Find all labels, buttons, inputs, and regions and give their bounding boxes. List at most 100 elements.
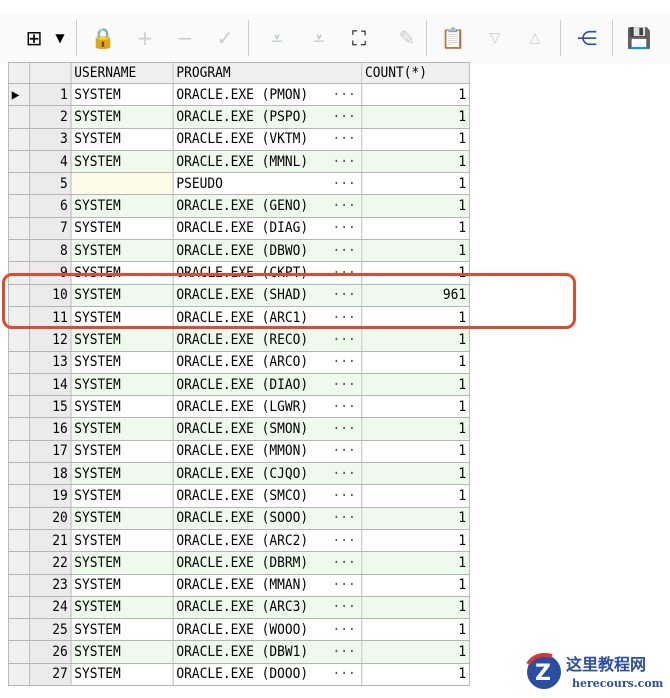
filter-clear-icon[interactable]: ⩡ bbox=[304, 24, 334, 52]
post-icon[interactable]: ✓ bbox=[210, 24, 240, 52]
cell-program[interactable]: ORACLE.EXE (ARC3) ··· bbox=[172, 595, 363, 620]
clear-icon[interactable]: ✎ bbox=[392, 24, 422, 52]
cell-username[interactable]: SYSTEM bbox=[70, 82, 174, 107]
row-indicator[interactable] bbox=[8, 506, 31, 530]
row-indicator[interactable] bbox=[8, 640, 31, 664]
ellipsis-button[interactable]: ··· bbox=[332, 377, 355, 393]
cell-username[interactable]: SYSTEM bbox=[70, 372, 174, 397]
cell-program[interactable]: ORACLE.EXE (DBW1) ··· bbox=[172, 640, 363, 664]
cell-program[interactable]: ORACLE.EXE (RECO) ··· bbox=[172, 328, 363, 352]
table-row[interactable]: 17 SYSTEM ORACLE.EXE (MMON) ··· 1 bbox=[8, 439, 470, 464]
cell-username[interactable]: SYSTEM bbox=[70, 528, 174, 553]
ellipsis-button[interactable]: ··· bbox=[332, 87, 355, 103]
table-row[interactable]: 27 SYSTEM ORACLE.EXE (DOOO) ··· 1 bbox=[8, 662, 470, 687]
ellipsis-button[interactable]: ··· bbox=[332, 599, 355, 615]
ellipsis-button[interactable]: ··· bbox=[332, 555, 355, 571]
add-record-icon[interactable]: + bbox=[130, 24, 160, 52]
row-indicator[interactable] bbox=[8, 462, 31, 486]
row-indicator[interactable] bbox=[8, 350, 31, 374]
cell-count[interactable]: 1 bbox=[361, 462, 470, 486]
row-indicator[interactable] bbox=[8, 239, 31, 263]
cell-username[interactable]: SYSTEM bbox=[70, 573, 174, 597]
ellipsis-button[interactable]: ··· bbox=[332, 154, 355, 170]
row-number[interactable]: 26 bbox=[29, 640, 72, 664]
ellipsis-button[interactable]: ··· bbox=[332, 131, 355, 147]
ellipsis-button[interactable]: ··· bbox=[332, 109, 355, 125]
cell-username[interactable]: SYSTEM bbox=[70, 194, 174, 218]
cell-count[interactable]: 1 bbox=[361, 395, 470, 419]
cell-program[interactable]: ORACLE.EXE (DOOO) ··· bbox=[172, 662, 363, 687]
table-row[interactable]: 5 PSEUDO ··· 1 bbox=[8, 172, 470, 196]
table-row[interactable]: 16 SYSTEM ORACLE.EXE (SMON) ··· 1 bbox=[8, 417, 470, 441]
save-icon[interactable]: 💾 bbox=[624, 24, 654, 52]
table-row[interactable]: 19 SYSTEM ORACLE.EXE (SMCO) ··· 1 bbox=[8, 484, 470, 508]
table-row[interactable]: 22 SYSTEM ORACLE.EXE (DBRM) ··· 1 bbox=[8, 551, 470, 575]
ellipsis-button[interactable]: ··· bbox=[332, 198, 355, 214]
cell-program[interactable]: ORACLE.EXE (DIAO) ··· bbox=[172, 372, 363, 397]
filter-down-icon[interactable]: ⩡ bbox=[262, 24, 292, 52]
row-number[interactable]: 12 bbox=[29, 328, 72, 352]
ellipsis-button[interactable]: ··· bbox=[332, 421, 355, 437]
cell-program[interactable]: ORACLE.EXE (CJQO) ··· bbox=[172, 462, 363, 486]
row-number[interactable]: 14 bbox=[29, 372, 72, 397]
col-count[interactable]: COUNT(*) bbox=[361, 62, 470, 84]
row-number[interactable]: 24 bbox=[29, 595, 72, 620]
row-number[interactable]: 3 bbox=[29, 127, 72, 151]
cell-count[interactable]: 1 bbox=[361, 350, 470, 374]
cell-count[interactable]: 1 bbox=[361, 618, 470, 642]
cell-count[interactable]: 1 bbox=[361, 506, 470, 530]
row-indicator[interactable] bbox=[8, 127, 31, 151]
table-row[interactable]: 8 SYSTEM ORACLE.EXE (DBWO) ··· 1 bbox=[8, 239, 470, 263]
cell-username[interactable]: SYSTEM bbox=[70, 350, 174, 374]
ellipsis-button[interactable]: ··· bbox=[332, 488, 355, 504]
cell-username[interactable]: SYSTEM bbox=[70, 417, 174, 441]
cell-program[interactable]: ORACLE.EXE (WOOO) ··· bbox=[172, 618, 363, 642]
row-number[interactable]: 18 bbox=[29, 462, 72, 486]
row-indicator[interactable] bbox=[8, 484, 31, 508]
cell-program[interactable]: ORACLE.EXE (MMON) ··· bbox=[172, 439, 363, 464]
cell-program[interactable]: ORACLE.EXE (ARC2) ··· bbox=[172, 528, 363, 553]
cell-username[interactable]: SYSTEM bbox=[70, 484, 174, 508]
row-indicator[interactable] bbox=[8, 105, 31, 129]
row-indicator[interactable] bbox=[8, 149, 31, 174]
cell-program[interactable]: ORACLE.EXE (PSPO) ··· bbox=[172, 105, 363, 129]
ellipsis-button[interactable]: ··· bbox=[332, 243, 355, 259]
cell-username[interactable]: SYSTEM bbox=[70, 595, 174, 620]
cell-username[interactable]: SYSTEM bbox=[70, 239, 174, 263]
delete-record-icon[interactable]: − bbox=[170, 24, 200, 52]
row-indicator[interactable] bbox=[8, 372, 31, 397]
lock-icon[interactable]: 🔒 bbox=[88, 24, 118, 52]
table-row[interactable]: 12 SYSTEM ORACLE.EXE (RECO) ··· 1 bbox=[8, 328, 470, 352]
cell-count[interactable]: 1 bbox=[361, 528, 470, 553]
row-number[interactable]: 15 bbox=[29, 395, 72, 419]
cell-program[interactable]: ORACLE.EXE (MMAN) ··· bbox=[172, 573, 363, 597]
row-number[interactable]: 2 bbox=[29, 105, 72, 129]
table-row[interactable]: ▶ 1 SYSTEM ORACLE.EXE (PMON) ··· 1 bbox=[8, 82, 470, 107]
table-row[interactable]: 23 SYSTEM ORACLE.EXE (MMAN) ··· 1 bbox=[8, 573, 470, 597]
find-icon[interactable]: ⛶ bbox=[344, 24, 374, 52]
row-number[interactable]: 8 bbox=[29, 239, 72, 263]
dropdown-icon[interactable]: ▼ bbox=[52, 24, 68, 52]
cell-program[interactable]: ORACLE.EXE (GENO) ··· bbox=[172, 194, 363, 218]
row-indicator[interactable] bbox=[8, 172, 31, 196]
cell-username[interactable]: SYSTEM bbox=[70, 127, 174, 151]
cell-program[interactable]: ORACLE.EXE (MMNL) ··· bbox=[172, 149, 363, 174]
cell-program[interactable]: ORACLE.EXE (VKTM) ··· bbox=[172, 127, 363, 151]
table-row[interactable]: 7 SYSTEM ORACLE.EXE (DIAG) ··· 1 bbox=[8, 216, 470, 241]
cell-count[interactable]: 1 bbox=[361, 328, 470, 352]
cell-program[interactable]: ORACLE.EXE (DIAG) ··· bbox=[172, 216, 363, 241]
ellipsis-button[interactable]: ··· bbox=[332, 644, 355, 660]
cell-count[interactable]: 1 bbox=[361, 439, 470, 464]
grid-layout-icon[interactable]: ⊞ bbox=[14, 24, 54, 52]
row-indicator[interactable] bbox=[8, 417, 31, 441]
ellipsis-button[interactable]: ··· bbox=[332, 332, 355, 348]
cell-program[interactable]: PSEUDO ··· bbox=[172, 172, 363, 196]
row-indicator[interactable] bbox=[8, 551, 31, 575]
cell-username[interactable]: SYSTEM bbox=[70, 506, 174, 530]
cell-count[interactable]: 1 bbox=[361, 640, 470, 664]
cell-count[interactable]: 1 bbox=[361, 662, 470, 687]
ellipsis-button[interactable]: ··· bbox=[332, 354, 355, 370]
cell-username[interactable]: SYSTEM bbox=[70, 216, 174, 241]
row-indicator[interactable]: ▶ bbox=[8, 82, 31, 107]
export-icon[interactable]: 📋 bbox=[438, 24, 468, 52]
